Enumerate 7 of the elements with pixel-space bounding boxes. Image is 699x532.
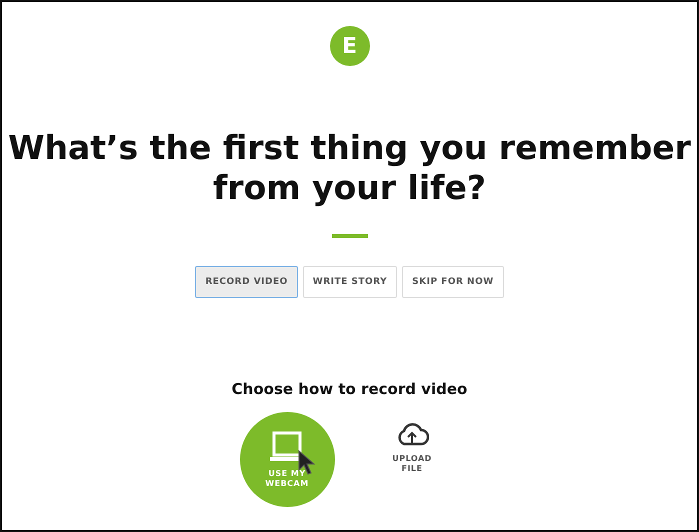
logo: E [330, 26, 370, 66]
upload-option[interactable]: UPLOAD FILE [364, 412, 460, 507]
tab[interactable]: RECORD VIDEO [195, 266, 298, 298]
tab[interactable]: WRITE STORY [302, 266, 398, 298]
section-heading: Choose how to record video [232, 380, 468, 398]
tab[interactable]: SKIP FOR NOW [402, 266, 504, 298]
question-heading: What’s the first thing you remember from your life? [7, 128, 692, 208]
